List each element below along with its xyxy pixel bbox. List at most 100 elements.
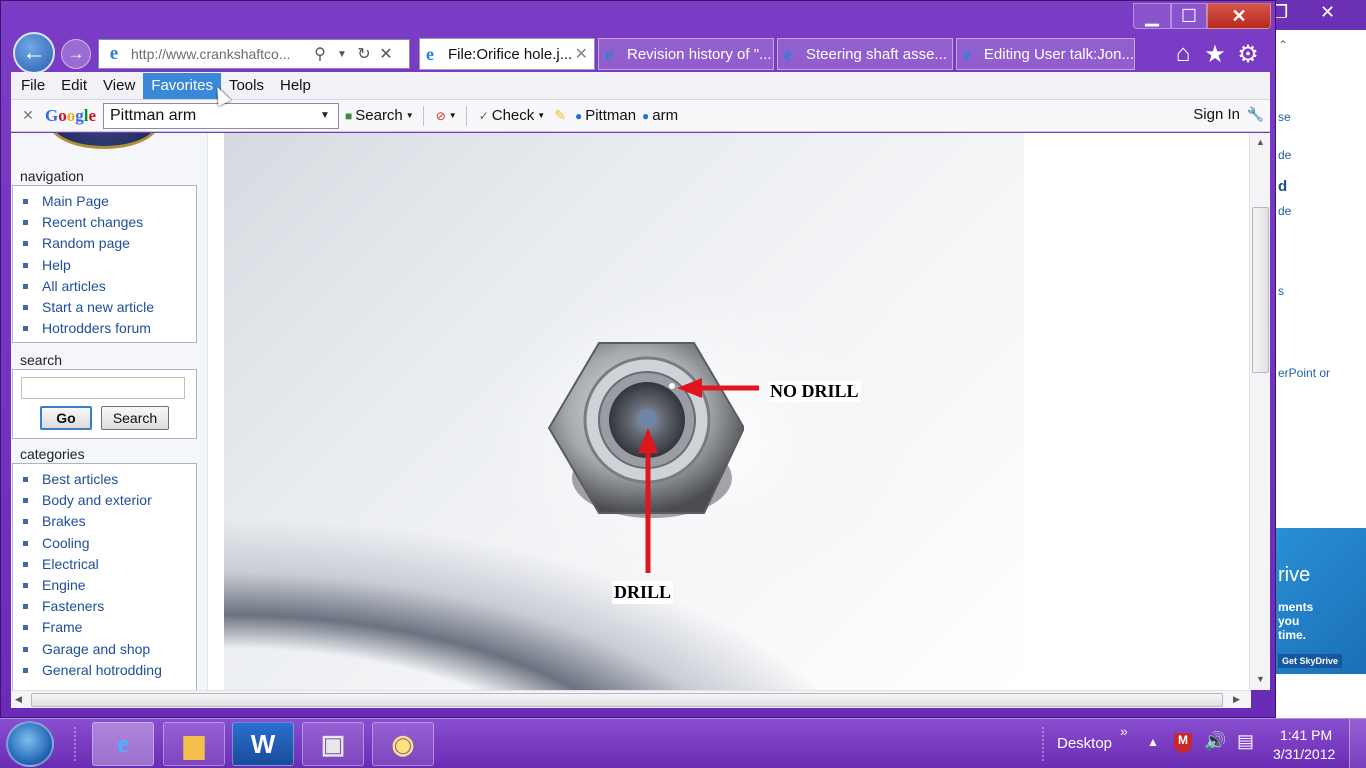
maximize-button[interactable]: ☐ [1171,3,1207,29]
favorites-button[interactable]: ★ [1199,39,1231,69]
vertical-scrollbar[interactable]: ▲ ▼ [1249,133,1270,690]
menu-edit[interactable]: Edit [53,73,95,99]
eye-icon: ◉ [391,728,415,759]
show-hidden-icons-icon[interactable]: ▲ [1147,735,1159,749]
scroll-right-icon[interactable]: ▶ [1233,694,1240,705]
go-button[interactable]: Go [40,406,92,430]
volume-icon[interactable]: 🔊 [1204,731,1226,752]
refresh-icon[interactable]: ↻ [353,44,375,64]
google-search-box[interactable]: Pittman arm ▼ [103,102,339,129]
stop-icon[interactable]: ✕ [375,44,397,64]
mcafee-shield-icon[interactable]: M [1174,733,1192,753]
chevron-right-icon[interactable]: » [1120,723,1128,739]
address-bar[interactable]: e http://www.crankshaftco... ⚲ ▼ ↻ ✕ [98,39,410,69]
menu-view[interactable]: View [95,73,143,99]
home-button[interactable]: ⌂ [1167,39,1199,69]
ie-tab-icon: e [963,43,971,64]
popup-blocker-button[interactable]: ⊘ ▼ [436,109,460,123]
clock-date[interactable]: 3/31/2012 [1273,746,1335,762]
spell-check-button[interactable]: ✓ Check ▼ [479,107,549,124]
search-icon[interactable]: ⚲ [309,44,331,64]
taskbar-photo-viewer[interactable]: ▣ [302,722,364,766]
category-body-exterior[interactable]: Body and exterior [13,490,196,511]
nav-help[interactable]: Help [13,255,196,276]
search-term-pittman[interactable]: ● Pittman [575,107,636,124]
forward-button[interactable]: → [61,39,91,69]
search-button[interactable]: Search [101,406,169,430]
search-term-arm[interactable]: ● arm [642,107,678,124]
taskbar-grip [74,727,78,761]
gear-icon: ⚙ [1237,40,1259,68]
chevron-down-icon[interactable]: ▼ [320,110,338,121]
toolbar-close-icon[interactable]: ✕ [11,107,45,124]
category-best-articles[interactable]: Best articles [13,469,196,490]
scroll-up-icon[interactable]: ▲ [1256,137,1265,147]
minimize-icon: ▁ [1145,5,1159,26]
horizontal-scrollbar[interactable]: ◀ ▶ [11,690,1251,708]
menu-file[interactable]: File [13,73,53,99]
categories-panel: Best articles Body and exterior Brakes C… [12,463,197,690]
vertical-scroll-thumb[interactable] [1252,207,1269,373]
network-icon[interactable]: ▤ [1237,731,1254,752]
category-electrical[interactable]: Electrical [13,554,196,575]
tab-orifice-hole[interactable]: e File:Orifice hole.j... ✕ [419,38,595,70]
taskbar-internet-explorer[interactable]: e [92,722,154,766]
tab-editing-user-talk[interactable]: e Editing User talk:Jon... [956,38,1135,70]
start-button[interactable] [6,721,54,767]
scroll-down-icon[interactable]: ▼ [1256,674,1265,684]
dropdown-icon[interactable]: ▼ [331,49,353,60]
background-window[interactable]: ❐ ✕ ⌃ se de d de s erPoint or rive ments… [1262,0,1366,718]
tab-label: Revision history of "... [627,45,772,63]
show-desktop-button[interactable] [1349,719,1366,768]
taskbar-eye-app[interactable]: ◉ [372,722,434,766]
desktop-toolbar-label[interactable]: Desktop [1057,735,1112,752]
close-button[interactable]: ✕ [1207,3,1271,29]
minimize-button[interactable]: ▁ [1133,3,1171,29]
skydrive-ad[interactable]: rive ments you time. Get SkyDrive [1276,528,1366,674]
nav-recent-changes[interactable]: Recent changes [13,212,196,233]
category-fasteners[interactable]: Fasteners [13,596,196,617]
scroll-left-icon[interactable]: ◀ [15,694,22,705]
back-button[interactable]: ← [13,32,55,74]
menu-favorites[interactable]: Favorites [143,72,221,99]
nav-random-page[interactable]: Random page [13,233,196,254]
category-garage-shop[interactable]: Garage and shop [13,639,196,660]
nav-main-page[interactable]: Main Page [13,191,196,212]
horizontal-scroll-thumb[interactable] [31,693,1223,707]
category-general-hotrodding[interactable]: General hotrodding [13,660,196,681]
sign-in-link[interactable]: Sign In [1193,106,1240,123]
highlight-button[interactable]: ✎ [554,107,569,124]
tools-button[interactable]: ⚙ [1232,39,1264,69]
sidebar-search-input[interactable] [21,377,185,399]
tab-revision-history[interactable]: e Revision history of "... [598,38,774,70]
bg-fragment: erPoint or [1278,366,1331,380]
drill-label: DRILL [612,581,674,604]
tab-steering-shaft[interactable]: e Steering shaft asse... [777,38,953,70]
ad-line: ments [1278,600,1314,614]
collapse-icon[interactable]: ⌃ [1278,38,1288,52]
get-skydrive-button[interactable]: Get SkyDrive [1278,654,1343,668]
tab-close-icon[interactable]: ✕ [575,44,588,64]
category-brakes[interactable]: Brakes [13,511,196,532]
wrench-icon[interactable]: 🔧 [1247,106,1264,123]
address-url[interactable]: http://www.crankshaftco... [131,46,309,62]
camera-icon: ▣ [320,728,346,759]
category-engine[interactable]: Engine [13,575,196,596]
nav-start-new-article[interactable]: Start a new article [13,297,196,318]
menu-bar: File Edit View Favorites Tools Help [11,72,1270,100]
category-frame[interactable]: Frame [13,617,196,638]
taskbar-file-explorer[interactable]: ▆ [163,722,225,766]
background-close-icon[interactable]: ✕ [1320,2,1335,23]
orifice-hole-photo[interactable]: NO DRILL DRILL [224,133,1024,690]
site-logo[interactable] [49,133,159,149]
clock-time[interactable]: 1:41 PM [1280,727,1332,743]
menu-help[interactable]: Help [272,73,319,99]
ad-line: you [1278,614,1300,628]
taskbar-word[interactable]: W [232,722,294,766]
nav-hotrodders-forum[interactable]: Hotrodders forum [13,318,196,339]
google-search-button[interactable]: ■ Search ▼ [345,107,417,124]
category-cooling[interactable]: Cooling [13,533,196,554]
nav-all-articles[interactable]: All articles [13,276,196,297]
google-g-icon: ■ [345,108,353,123]
google-query[interactable]: Pittman arm [110,107,320,125]
